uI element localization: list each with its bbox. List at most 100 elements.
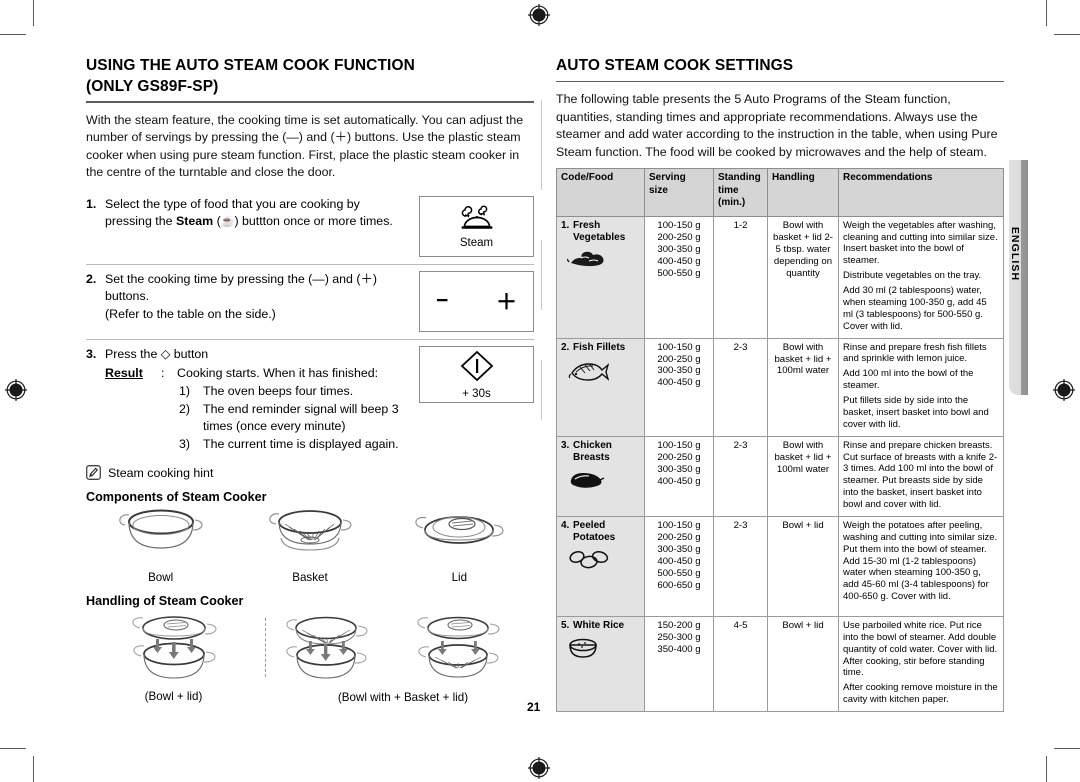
serving-size-line: 600-650 g bbox=[657, 579, 701, 591]
recommendation-paragraph: Distribute vegetables on the tray. bbox=[843, 270, 982, 282]
basket-icon bbox=[255, 510, 365, 568]
cell-recommendations: Rinse and prepare chicken breasts. Cut s… bbox=[838, 435, 1004, 517]
cell-handling: Bowl + lid bbox=[767, 515, 839, 617]
left-column: USING THE AUTO STEAM COOK FUNCTION (ONLY… bbox=[86, 56, 534, 705]
chicken-icon bbox=[567, 469, 640, 493]
steam-button-illustration[interactable]: Steam bbox=[419, 195, 534, 257]
start-button-label: + 30s bbox=[462, 387, 491, 400]
col-header-serving-size: Serving size bbox=[644, 168, 714, 217]
registration-mark-right bbox=[1053, 379, 1075, 401]
serving-size-line: 400-450 g bbox=[657, 377, 701, 389]
cell-standing-time: 2-3 bbox=[713, 515, 768, 617]
serving-size-line: 500-550 g bbox=[657, 567, 701, 579]
result-colon: : bbox=[161, 366, 165, 381]
crop-mark-bottom-right-v bbox=[1046, 756, 1048, 782]
start-button-illustration[interactable]: + 30s bbox=[419, 345, 534, 403]
step-1-text-b: (☕) buttton once or more times. bbox=[213, 214, 393, 229]
component-lid-caption: Lid bbox=[451, 571, 468, 585]
cell-recommendations: Weigh the potatoes after peeling, washin… bbox=[838, 515, 1004, 617]
crop-mark-bottom-left-v bbox=[33, 756, 35, 782]
step-3-result: Result : Cooking starts. When it has fin… bbox=[105, 365, 409, 453]
step-3-number: 3. bbox=[86, 346, 97, 361]
cell-recommendations: Weigh the vegetables after washing, clea… bbox=[838, 215, 1004, 339]
page-title: USING THE AUTO STEAM COOK FUNCTION (ONLY… bbox=[86, 56, 534, 97]
language-side-tab: ENGLISH bbox=[1009, 160, 1028, 395]
minus-icon[interactable]: − bbox=[436, 289, 448, 313]
serving-size-line: 200-250 g bbox=[657, 353, 701, 365]
recommendation-paragraph: Add 30 ml (2 tablespoons) water, when st… bbox=[843, 285, 987, 332]
step-2: 2. Set the cooking time by pressing the … bbox=[86, 263, 534, 339]
manual-page: USING THE AUTO STEAM COOK FUNCTION (ONLY… bbox=[0, 0, 1080, 782]
col-header-recommendations: Recommendations bbox=[838, 168, 1004, 217]
food-name: Fresh Vegetables bbox=[573, 219, 626, 244]
cell-serving-size: 100-150 g 200-250 g 300-350 g 400-450 g … bbox=[644, 215, 714, 339]
handling-heading: Handling of Steam Cooker bbox=[86, 594, 244, 609]
cell-recommendations: Use parboiled white rice. Put rice into … bbox=[838, 615, 1004, 713]
serving-size-line: 100-150 g bbox=[657, 519, 701, 531]
serving-size-line: 300-350 g bbox=[657, 243, 701, 255]
cell-food: 1. Fresh Vegetables bbox=[556, 215, 645, 339]
food-name: Chicken Breasts bbox=[573, 439, 612, 464]
result-item-number: 2) bbox=[179, 401, 191, 416]
serving-size-line: 100-150 g bbox=[657, 439, 701, 451]
handling-divider bbox=[265, 618, 266, 678]
language-side-tab-label: ENGLISH bbox=[1009, 226, 1021, 282]
handling-bowl-lid: (Bowl + lid) bbox=[86, 612, 261, 703]
serving-size-line: 400-450 g bbox=[657, 555, 701, 567]
bowl-lid-stack-icon bbox=[118, 616, 230, 688]
handling-bowl-basket-lid-caption: (Bowl with + Basket + lid) bbox=[337, 691, 469, 705]
recommendation-paragraph: Add 100 ml into the bowl of the steamer. bbox=[843, 368, 974, 392]
step-2-number: 2. bbox=[86, 271, 97, 286]
component-lid: Lid bbox=[387, 506, 532, 584]
crop-mark-top-right-v bbox=[1046, 0, 1048, 26]
serving-size-line: 350-400 g bbox=[657, 643, 701, 655]
registration-mark-left bbox=[5, 379, 27, 401]
result-item-text: The current time is displayed again. bbox=[203, 436, 399, 451]
table-row: 3. Chicken Breasts 100-150 g 200-250 g 3… bbox=[556, 435, 1004, 517]
plus-icon[interactable]: ＋ bbox=[496, 286, 517, 316]
recommendation-paragraph: Weigh the vegetables after washing, clea… bbox=[843, 219, 998, 267]
cell-food: 3. Chicken Breasts bbox=[556, 435, 645, 517]
components-heading: Components of Steam Cooker bbox=[86, 490, 267, 505]
page-title-line1: USING THE AUTO STEAM COOK FUNCTION bbox=[86, 57, 415, 74]
result-item-number: 1) bbox=[179, 383, 191, 398]
registration-mark-top bbox=[528, 4, 550, 26]
result-item-text: The end reminder signal will beep 3 time… bbox=[203, 401, 399, 434]
result-items: 1) The oven beeps four times. 2) The end r… bbox=[177, 383, 409, 453]
table-row: 5. White Rice 150-200 g 250-300 g 350-40… bbox=[556, 615, 1004, 713]
cell-food: 2. Fish Fillets bbox=[556, 337, 645, 437]
cell-standing-time: 2-3 bbox=[713, 435, 768, 517]
result-item: 3) The current time is displayed again. bbox=[177, 436, 409, 454]
serving-size-line: 200-250 g bbox=[657, 231, 701, 243]
note-pencil-icon bbox=[86, 465, 101, 481]
serving-size-line: 200-250 g bbox=[657, 531, 701, 543]
cell-serving-size: 100-150 g 200-250 g 300-350 g 400-450 g … bbox=[644, 515, 714, 617]
recommendation-paragraph: After cooking remove moisture in the cav… bbox=[843, 682, 998, 706]
lid-icon bbox=[404, 516, 514, 568]
start-diamond-icon bbox=[459, 349, 495, 388]
minus-plus-button-illustration[interactable]: − ＋ bbox=[419, 270, 534, 332]
component-bowl: Bowl bbox=[88, 506, 233, 584]
result-item: 1) The oven beeps four times. bbox=[177, 383, 409, 401]
cell-standing-time: 4-5 bbox=[713, 615, 768, 713]
recommendation-paragraph: Use parboiled white rice. Put rice into … bbox=[843, 619, 998, 679]
steam-cooking-hint: Steam cooking hint bbox=[86, 465, 534, 481]
serving-size-line: 400-450 g bbox=[657, 255, 701, 267]
food-index: 5. bbox=[561, 619, 570, 631]
food-name: Fish Fillets bbox=[573, 341, 626, 353]
food-name: Peeled Potatoes bbox=[573, 519, 616, 544]
components-illustrations: Bowl Basket Lid bbox=[86, 506, 534, 584]
title-rule bbox=[86, 101, 534, 103]
auto-steam-settings-table: Code/Food Serving size Standing time (min.)… bbox=[556, 168, 1004, 713]
handling-illustrations: (Bowl + lid) (Bowl with + Basket + lid) bbox=[86, 612, 534, 705]
recommendation-paragraph: Weigh the potatoes after peeling, washin… bbox=[843, 519, 998, 603]
intro-paragraph: With the steam feature, the cooking time… bbox=[86, 112, 524, 180]
crop-mark-bottom-left-h bbox=[0, 748, 26, 750]
cell-food: 4. Peeled Potatoes bbox=[556, 515, 645, 617]
serving-size-line: 300-350 g bbox=[657, 463, 701, 475]
result-label: Result bbox=[105, 366, 143, 381]
col-header-standing-time: Standing time (min.) bbox=[713, 168, 768, 217]
component-basket: Basket bbox=[237, 506, 382, 584]
serving-size-line: 300-350 g bbox=[657, 365, 701, 377]
steam-cooking-hint-label: Steam cooking hint bbox=[108, 465, 214, 480]
